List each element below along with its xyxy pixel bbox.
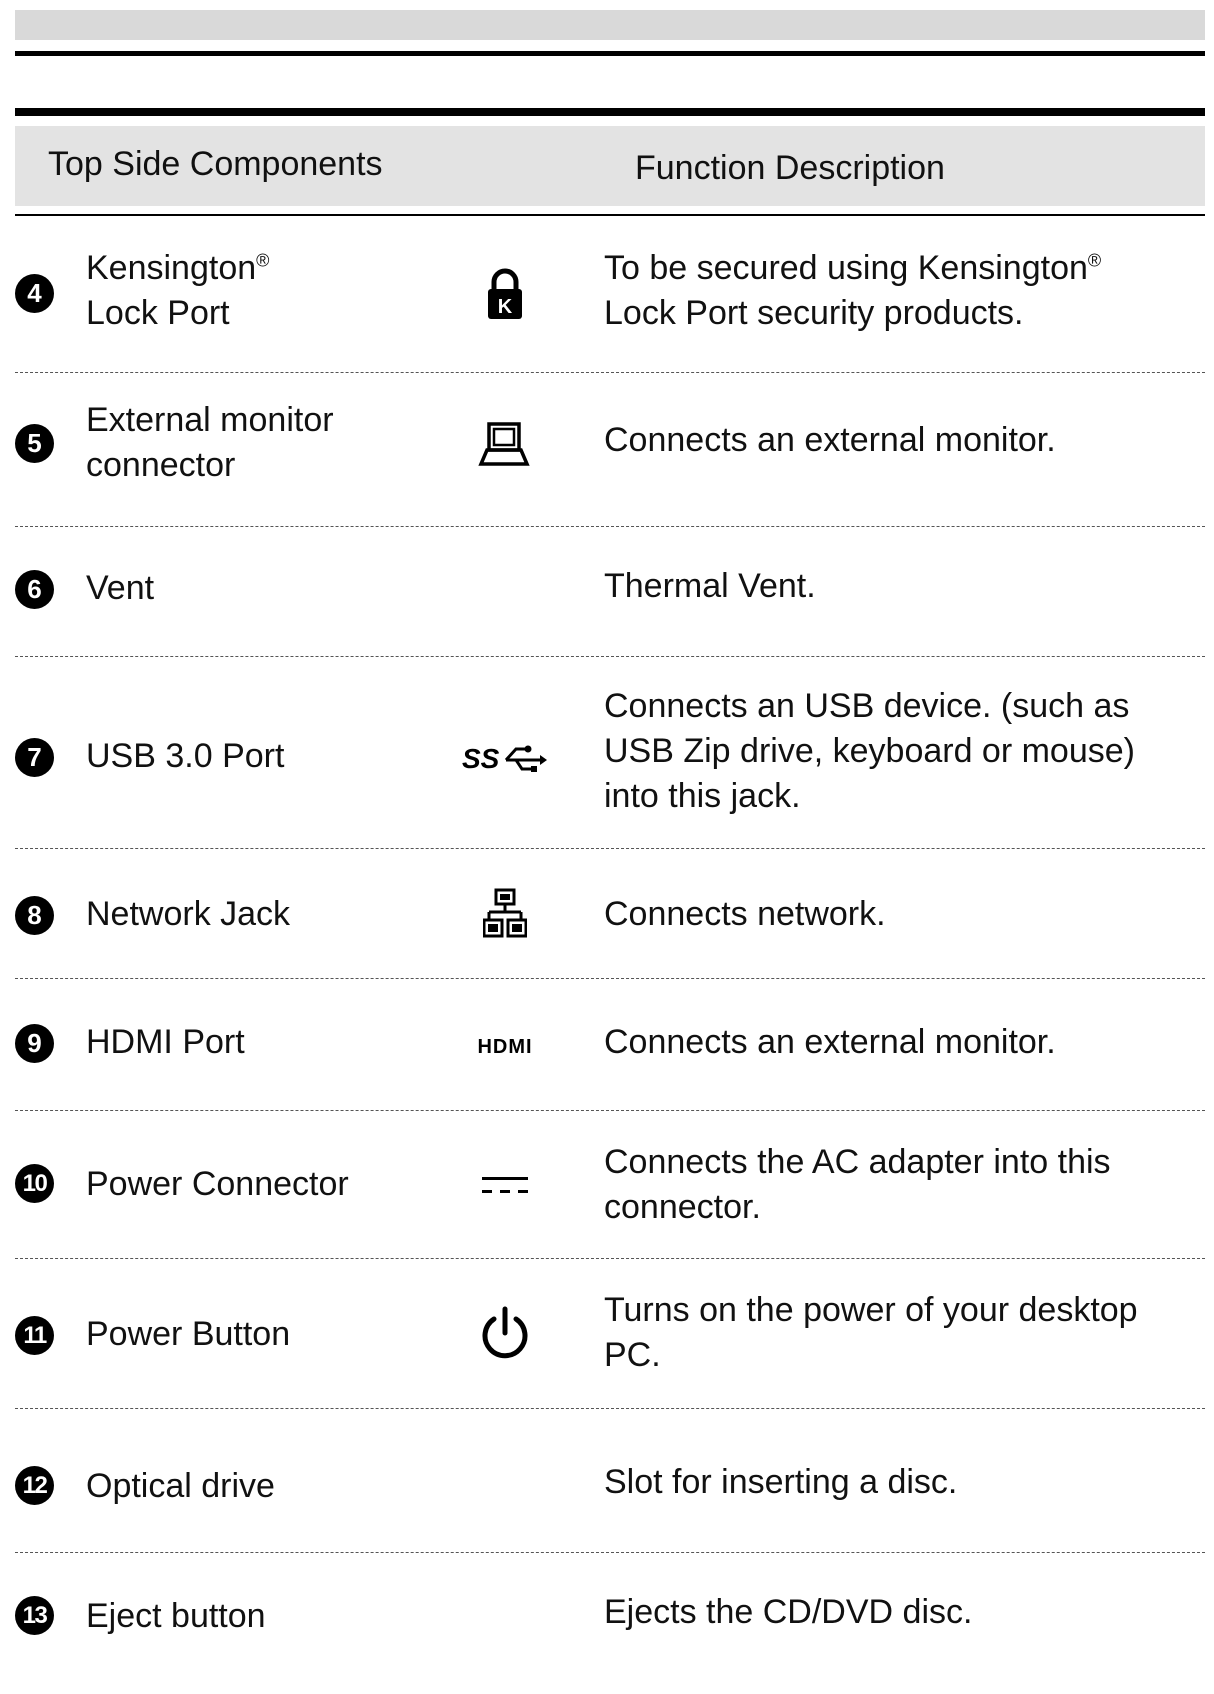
table-row: 6 Vent Thermal Vent. <box>15 526 1205 657</box>
callout-number: 11 <box>15 1316 54 1355</box>
callout-number: 13 <box>15 1596 54 1635</box>
usb3-icon: SS <box>460 732 550 782</box>
table-row: 9 HDMI Port HDMI Connects an external mo… <box>15 978 1205 1111</box>
table-row: 11 Power Button Turns on the power of yo… <box>15 1258 1205 1409</box>
component-name: Power Button <box>86 1315 291 1353</box>
table-header: Top Side Components Function Description <box>15 126 1205 206</box>
component-name: Kensington® Lock Port <box>86 249 270 332</box>
component-description: Ejects the CD/DVD disc. <box>604 1593 973 1631</box>
callout-number: 9 <box>15 1024 54 1063</box>
top-rule <box>15 51 1205 56</box>
svg-text:K: K <box>498 296 513 318</box>
component-name: HDMI Port <box>86 1023 245 1061</box>
component-description: Slot for inserting a disc. <box>604 1463 958 1501</box>
svg-text:HDMI: HDMI <box>477 1036 532 1057</box>
component-name: Network Jack <box>86 895 291 933</box>
table-row: 12 Optical drive Slot for inserting a di… <box>15 1408 1205 1553</box>
power-icon <box>475 1302 535 1366</box>
component-description: Connects an USB device. (such as USB Zip… <box>604 687 1135 815</box>
network-icon <box>475 884 535 944</box>
component-description: Connects an external monitor. <box>604 1023 1056 1061</box>
component-description: Turns on the power of your desktop PC. <box>604 1291 1138 1374</box>
table-row: 8 Network Jack Connects network. <box>15 848 1205 979</box>
callout-number: 12 <box>15 1466 54 1505</box>
callout-number: 10 <box>15 1164 54 1203</box>
monitor-icon <box>475 416 535 476</box>
callout-number: 6 <box>15 570 54 609</box>
component-name: Vent <box>86 569 155 607</box>
kensington-lock-icon: K <box>475 264 535 324</box>
component-description: Connects an external monitor. <box>604 421 1056 459</box>
table-row: 13 Eject button Ejects the CD/DVD disc. <box>15 1552 1205 1682</box>
component-description: Thermal Vent. <box>604 567 816 605</box>
header-components: Top Side Components <box>48 145 383 183</box>
component-name: External monitor connector <box>86 401 334 484</box>
table-row: 10 Power Connector Connects the AC adapt… <box>15 1110 1205 1259</box>
table-row: 5 External monitor connector Connects an… <box>15 372 1205 527</box>
callout-number: 5 <box>15 424 54 463</box>
component-name: Optical drive <box>86 1467 275 1505</box>
callout-number: 4 <box>15 274 54 313</box>
top-gray-bar <box>15 10 1205 40</box>
hdmi-icon: HDMI <box>460 1028 550 1064</box>
component-name: USB 3.0 Port <box>86 737 285 775</box>
component-description: Connects network. <box>604 895 886 933</box>
table-top-rule <box>15 108 1205 116</box>
table-row: 4 Kensington® Lock Port K To be secured … <box>15 216 1205 373</box>
dc-power-icon <box>475 1166 535 1206</box>
svg-text:SS: SS <box>462 743 500 774</box>
callout-number: 7 <box>15 738 54 777</box>
component-name: Power Connector <box>86 1165 349 1203</box>
component-name: Eject button <box>86 1597 266 1635</box>
component-description: Connects the AC adapter into this connec… <box>604 1143 1111 1226</box>
component-description: To be secured using Kensington® Lock Por… <box>604 249 1102 332</box>
table-row: 7 USB 3.0 Port SS Connects an USB device… <box>15 656 1205 849</box>
header-description: Function Description <box>635 149 945 187</box>
callout-number: 8 <box>15 896 54 935</box>
